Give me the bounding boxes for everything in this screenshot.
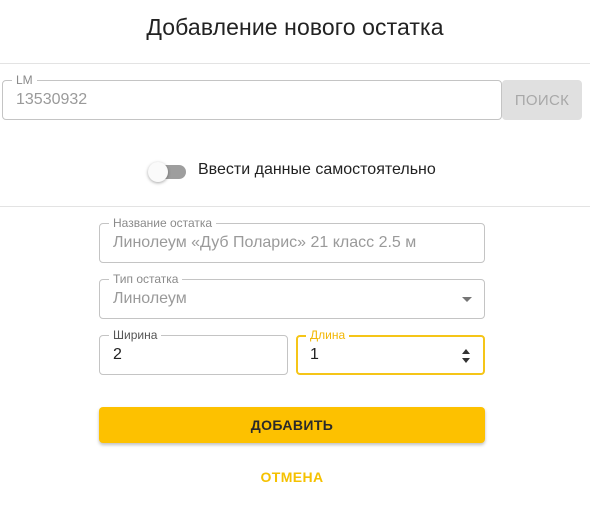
width-value[interactable]: 2	[113, 336, 122, 374]
length-value[interactable]: 1	[310, 337, 319, 373]
divider	[0, 206, 590, 207]
add-button[interactable]: ДОБАВИТЬ	[99, 407, 485, 443]
chevron-down-icon[interactable]	[462, 297, 472, 302]
cancel-button[interactable]: ОТМЕНА	[232, 462, 352, 492]
remnant-name-field[interactable]: Название остатка Линолеум «Дуб Поларис» …	[99, 216, 485, 263]
length-field[interactable]: Длина 1	[296, 328, 485, 375]
spinner-down-icon[interactable]	[462, 358, 470, 363]
remnant-name-value[interactable]: Линолеум «Дуб Поларис» 21 класс 2.5 м	[113, 224, 416, 262]
remnant-type-select[interactable]: Тип остатка Линолеум	[99, 272, 485, 319]
spinner-up-icon[interactable]	[462, 349, 470, 354]
divider	[0, 63, 590, 64]
width-field[interactable]: Ширина 2	[99, 328, 288, 375]
search-button[interactable]: ПОИСК	[502, 80, 582, 120]
remnant-type-value[interactable]: Линолеум	[113, 280, 187, 318]
lm-field[interactable]: LM 13530932	[2, 73, 502, 120]
manual-entry-toggle[interactable]	[148, 162, 188, 182]
manual-entry-label[interactable]: Ввести данные самостоятельно	[198, 161, 436, 179]
number-spinner-icon[interactable]	[461, 347, 471, 365]
lm-field-value[interactable]: 13530932	[16, 81, 87, 119]
toggle-thumb	[148, 162, 168, 182]
dialog-title: Добавление нового остатка	[146, 14, 444, 40]
